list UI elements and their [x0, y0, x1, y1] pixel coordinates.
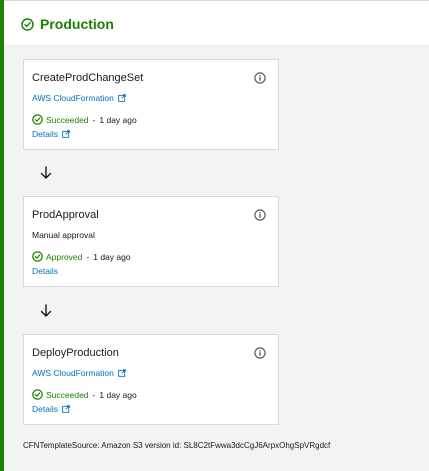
provider-label-manual-approval: Manual approval	[32, 230, 95, 240]
stage-status-bar	[0, 0, 4, 471]
provider-link-label: AWS CloudFormation	[32, 368, 114, 378]
details-link[interactable]: Details	[32, 129, 70, 139]
status-separator: -	[86, 251, 90, 262]
check-circle-icon	[32, 251, 43, 262]
status-time: 1 day ago	[93, 251, 131, 262]
status-separator: -	[92, 114, 96, 125]
arrow-down-icon	[40, 304, 52, 317]
action-card-createprodchangeset: CreateProdChangeSet AWS CloudFormation S…	[23, 59, 279, 150]
status-row: Succeeded - 1 day ago	[32, 114, 137, 125]
details-link[interactable]: Details	[32, 266, 58, 276]
status-row: Succeeded - 1 day ago	[32, 389, 137, 400]
status-time: 1 day ago	[99, 114, 137, 125]
production-stage: Production CreateProdChangeSet AWS Cloud…	[0, 0, 429, 471]
template-source-info: CFNTemplateSource: Amazon S3 version id:…	[23, 441, 331, 450]
status-label: Succeeded	[46, 389, 89, 400]
status-row: Approved - 1 day ago	[32, 251, 131, 262]
external-link-icon	[62, 130, 70, 138]
arrow-down-icon	[40, 166, 52, 179]
provider-link-cloudformation[interactable]: AWS CloudFormation	[32, 93, 126, 103]
stage-header: Production	[4, 1, 429, 46]
info-icon[interactable]	[254, 72, 266, 84]
action-name: DeployProduction	[32, 347, 119, 359]
status-label: Succeeded	[46, 114, 89, 125]
status-label: Approved	[46, 251, 83, 262]
check-circle-icon	[21, 17, 34, 31]
details-link-label: Details	[32, 129, 58, 139]
external-link-icon	[118, 369, 126, 377]
status-time: 1 day ago	[99, 389, 137, 400]
action-card-deployproduction: DeployProduction AWS CloudFormation Succ…	[23, 334, 279, 425]
details-link[interactable]: Details	[32, 404, 70, 414]
details-link-label: Details	[32, 404, 58, 414]
provider-link-cloudformation[interactable]: AWS CloudFormation	[32, 368, 126, 378]
info-icon[interactable]	[254, 209, 266, 221]
provider-link-label: AWS CloudFormation	[32, 93, 114, 103]
info-icon[interactable]	[254, 347, 266, 359]
action-card-prodapproval: ProdApproval Manual approval Approved - …	[23, 196, 279, 287]
action-name: CreateProdChangeSet	[32, 72, 144, 84]
stage-title: Production	[40, 16, 114, 32]
check-circle-icon	[32, 389, 43, 400]
status-separator: -	[92, 389, 96, 400]
details-link-label: Details	[32, 266, 58, 276]
external-link-icon	[62, 405, 70, 413]
action-name: ProdApproval	[32, 209, 99, 221]
check-circle-icon	[32, 114, 43, 125]
stage-title-group: Production	[21, 16, 114, 32]
external-link-icon	[118, 94, 126, 102]
